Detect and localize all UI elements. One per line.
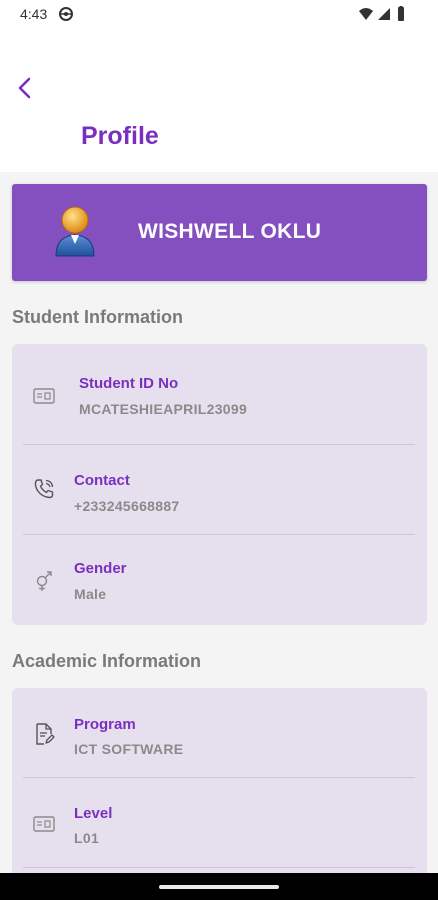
student-id-value: MCATESHIEAPRIL23099 xyxy=(79,401,248,417)
status-time: 4:43 xyxy=(20,6,48,22)
id-card-icon xyxy=(33,816,55,832)
academic-info-card: Program ICT SOFTWARE Level L01 xyxy=(12,688,427,888)
back-button[interactable] xyxy=(12,74,40,102)
program-label: Program xyxy=(74,716,136,733)
page-title: Profile xyxy=(81,122,159,150)
contact-row: Contact +233245668887 xyxy=(12,445,427,534)
student-id-label: Student ID No xyxy=(79,375,179,392)
divider xyxy=(23,867,415,868)
program-value: ICT SOFTWARE xyxy=(74,741,184,757)
home-gesture-handle[interactable] xyxy=(159,885,279,889)
system-nav-bar xyxy=(0,873,438,900)
level-value: L01 xyxy=(74,830,100,846)
signal-icon xyxy=(377,6,391,27)
gender-row: Gender Male xyxy=(12,535,427,625)
level-label: Level xyxy=(74,805,113,822)
student-info-card: Student ID No MCATESHIEAPRIL23099 Contac… xyxy=(12,344,427,625)
settings-status-icon xyxy=(58,6,74,27)
level-row: Level L01 xyxy=(12,778,427,867)
student-section-title: Student Information xyxy=(12,307,183,327)
battery-icon xyxy=(396,6,406,27)
program-row: Program ICT SOFTWARE xyxy=(12,688,427,777)
profile-card: WISHWELL OKLU xyxy=(12,184,427,281)
avatar xyxy=(52,204,98,258)
phone-icon xyxy=(34,479,54,499)
gender-icon xyxy=(36,571,52,591)
document-edit-icon xyxy=(36,723,55,745)
app-header: Profile xyxy=(0,30,438,172)
gender-value: Male xyxy=(74,586,107,602)
gender-label: Gender xyxy=(74,560,127,577)
user-avatar-icon xyxy=(55,206,95,257)
contact-label: Contact xyxy=(74,472,130,489)
id-card-icon xyxy=(33,388,55,404)
contact-value: +233245668887 xyxy=(74,498,180,514)
student-id-row: Student ID No MCATESHIEAPRIL23099 xyxy=(12,344,427,444)
chevron-left-icon xyxy=(18,77,31,99)
profile-name: WISHWELL OKLU xyxy=(138,220,322,243)
academic-section-title: Academic Information xyxy=(12,651,202,671)
status-bar: 4:43 xyxy=(0,0,438,30)
wifi-icon xyxy=(358,6,374,27)
